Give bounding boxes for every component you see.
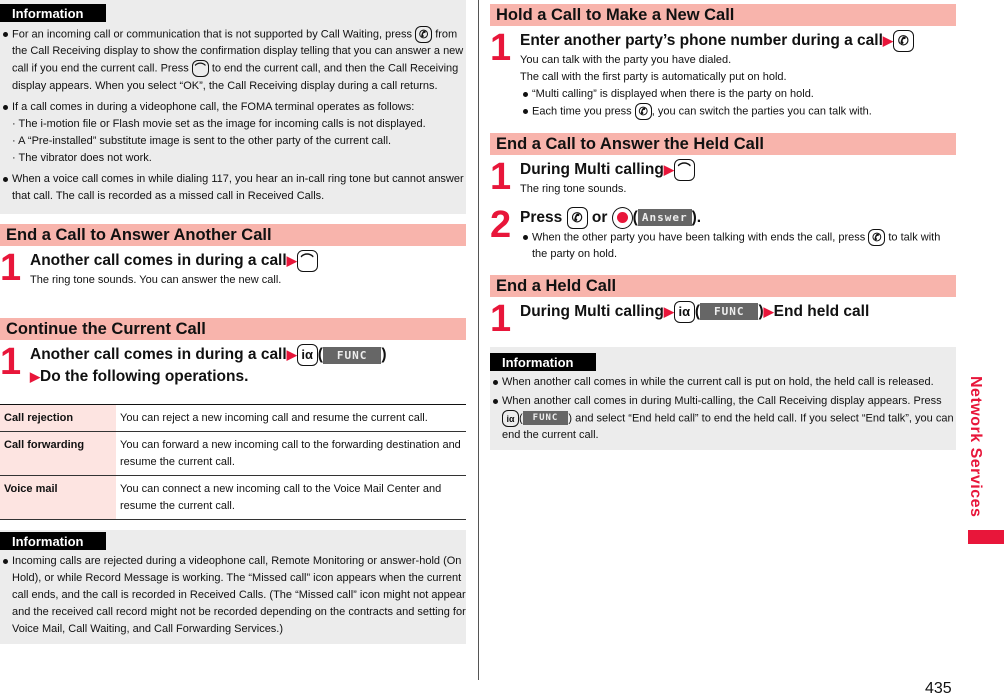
func-softkey: FUNC bbox=[699, 303, 759, 320]
arrow-icon: ▶ bbox=[663, 161, 674, 177]
information-tag: Information bbox=[0, 532, 106, 550]
operations-table: Call rejection You can reject a new inco… bbox=[0, 404, 466, 520]
step-title: During Multi calling▶ iα(FUNC)▶End held c… bbox=[520, 300, 956, 323]
section-heading: End a Held Call bbox=[490, 274, 956, 297]
info-bullet: For an incoming call or communication th… bbox=[0, 26, 466, 95]
func-softkey: FUNC bbox=[522, 411, 569, 425]
info-bullet: When another call comes in while the cur… bbox=[490, 374, 956, 391]
info-bullet: If a call comes in during a videophone c… bbox=[0, 99, 466, 116]
table-row: Call rejection You can reject a new inco… bbox=[0, 404, 466, 432]
call-key-icon: ✆ bbox=[566, 206, 588, 229]
step-title-continued: ▶Do the following operations. bbox=[30, 368, 249, 386]
step-title: During Multi calling▶ ⌒ bbox=[520, 158, 956, 181]
end-key-icon: ⌒ bbox=[673, 158, 695, 181]
step: 1 Another call comes in during a call▶ iα… bbox=[0, 341, 466, 404]
section-heading: End a Call to Answer Another Call bbox=[0, 224, 466, 246]
table-key: Call forwarding bbox=[0, 431, 116, 476]
arrow-icon: ▶ bbox=[30, 369, 40, 385]
chapter-tab-marker bbox=[968, 530, 1004, 544]
section-heading: Hold a Call to Make a New Call bbox=[490, 4, 956, 26]
info-sub-item: The i-motion file or Flash movie set as … bbox=[0, 116, 466, 133]
step: 1 During Multi calling▶ iα(FUNC)▶End held… bbox=[490, 297, 956, 345]
table-key: Call rejection bbox=[0, 404, 116, 432]
information-box: Information Incoming calls are rejected … bbox=[0, 530, 466, 644]
info-bullet: When a voice call comes in while dialing… bbox=[0, 171, 466, 205]
step: 1 Enter another party’s phone number dur… bbox=[490, 27, 956, 121]
step-bullet: Each time you press ✆, you can switch th… bbox=[520, 103, 956, 121]
step-body: The ring tone sounds. bbox=[520, 182, 627, 195]
page-number: 435 bbox=[925, 680, 952, 697]
end-key-icon: ⌒ bbox=[191, 60, 209, 78]
arrow-icon: ▶ bbox=[882, 33, 893, 49]
step-title: Another call comes in during a call▶ iα(F… bbox=[30, 344, 466, 366]
info-bullet: Incoming calls are rejected during a vid… bbox=[0, 553, 466, 638]
call-key-icon: ✆ bbox=[415, 26, 433, 43]
step: 1 Another call comes in during a call▶ ⌒ … bbox=[0, 247, 466, 308]
i-alpha-key-icon: iα bbox=[502, 409, 519, 427]
step: 1 During Multi calling▶ ⌒ The ring tone s… bbox=[490, 155, 956, 207]
step-body: You can talk with the party you have dia… bbox=[520, 54, 732, 67]
arrow-icon: ▶ bbox=[763, 303, 774, 319]
left-column: Information For an incoming call or comm… bbox=[0, 0, 466, 644]
step-number: 1 bbox=[0, 247, 22, 289]
table-row: Voice mail You can connect a new incomin… bbox=[0, 475, 466, 520]
end-key-icon: ⌒ bbox=[296, 250, 318, 272]
section-heading: End a Call to Answer the Held Call bbox=[490, 132, 956, 155]
step-body: The call with the first party is automat… bbox=[520, 71, 787, 84]
table-desc: You can forward a new incoming call to t… bbox=[116, 431, 466, 476]
step-body: The ring tone sounds. You can answer the… bbox=[30, 274, 282, 287]
call-key-icon: ✆ bbox=[868, 228, 886, 246]
call-key-icon: ✆ bbox=[892, 30, 914, 52]
step-title: Enter another party’s phone number durin… bbox=[520, 30, 956, 52]
arrow-icon: ▶ bbox=[286, 347, 297, 363]
step-number: 1 bbox=[490, 297, 512, 340]
arrow-icon: ▶ bbox=[663, 303, 674, 319]
i-alpha-key-icon: iα bbox=[673, 300, 695, 323]
step-number: 1 bbox=[0, 341, 22, 383]
call-key-icon: ✆ bbox=[634, 103, 652, 121]
arrow-icon: ▶ bbox=[286, 253, 297, 269]
step-number: 1 bbox=[490, 155, 512, 198]
step-bullet: When the other party you have been talki… bbox=[520, 228, 956, 263]
step-number: 2 bbox=[490, 203, 512, 246]
chapter-tab-label: Network Services bbox=[967, 376, 984, 518]
table-key: Voice mail bbox=[0, 475, 116, 520]
column-divider bbox=[478, 0, 479, 680]
info-bullet: When another call comes in during Multi-… bbox=[490, 393, 956, 444]
step-title: Press ✆ or (Answer). bbox=[520, 206, 956, 229]
answer-softkey: Answer bbox=[637, 209, 692, 226]
info-sub-item: A “Pre-installed” substitute image is se… bbox=[0, 133, 466, 150]
step: 2 Press ✆ or (Answer). When the other pa… bbox=[490, 203, 956, 273]
right-column: Hold a Call to Make a New Call 1 Enter a… bbox=[490, 0, 956, 450]
step-bullet: “Multi calling” is displayed when there … bbox=[520, 86, 956, 103]
information-box: Information For an incoming call or comm… bbox=[0, 0, 466, 214]
information-tag: Information bbox=[490, 352, 596, 371]
section-heading: Continue the Current Call bbox=[0, 318, 466, 340]
i-alpha-key-icon: iα bbox=[296, 344, 318, 366]
center-key-icon bbox=[611, 206, 633, 229]
table-row: Call forwarding You can forward a new in… bbox=[0, 431, 466, 476]
info-sub-item: The vibrator does not work. bbox=[0, 150, 466, 167]
func-softkey: FUNC bbox=[322, 346, 382, 364]
table-desc: You can connect a new incoming call to t… bbox=[116, 475, 466, 520]
information-tag: Information bbox=[0, 4, 106, 22]
step-number: 1 bbox=[490, 27, 512, 69]
table-desc: You can reject a new incoming call and r… bbox=[116, 404, 466, 432]
information-box: Information When another call comes in w… bbox=[490, 346, 956, 450]
step-title: Another call comes in during a call▶ ⌒ bbox=[30, 250, 466, 272]
